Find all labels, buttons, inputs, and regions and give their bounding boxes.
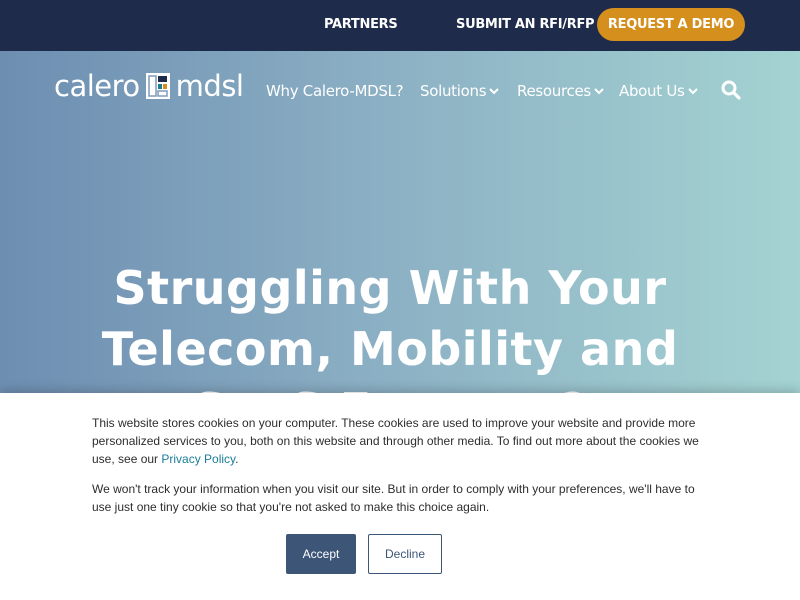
nav-label: Why Calero-MDSL? [266, 82, 404, 100]
nav-solutions[interactable]: Solutions [420, 80, 499, 102]
request-demo-button[interactable]: REQUEST A DEMO [597, 8, 745, 41]
accept-cookies-button[interactable]: Accept [286, 534, 356, 574]
chevron-down-icon [594, 87, 604, 94]
chevron-down-icon [687, 87, 698, 94]
nav-label: About Us [619, 82, 685, 100]
logo-text-calero: calero [54, 69, 140, 103]
nav-label: Solutions [420, 82, 487, 100]
nav-about-us[interactable]: About Us [619, 80, 698, 102]
submit-rfi-link[interactable]: SUBMIT AN RFI/RFP [456, 17, 595, 32]
logo-mark-icon [145, 73, 170, 99]
headline-line-2: Telecom, Mobility and [101, 322, 679, 376]
nav-why-calero[interactable]: Why Calero-MDSL? [266, 80, 404, 102]
calero-mdsl-logo[interactable]: calero mdsl [54, 69, 244, 103]
chevron-down-icon [489, 87, 499, 94]
nav-resources[interactable]: Resources [517, 80, 604, 102]
nav-label: Resources [517, 82, 591, 100]
search-icon[interactable] [721, 80, 741, 100]
headline-line-1: Struggling With Your [113, 261, 667, 315]
partners-link[interactable]: PARTNERS [324, 17, 398, 32]
cookie-text-end: . [235, 452, 239, 466]
privacy-policy-link[interactable]: Privacy Policy [161, 452, 235, 466]
decline-cookies-button[interactable]: Decline [368, 534, 442, 574]
cookie-paragraph-2: We won't track your information when you… [92, 482, 695, 514]
logo-text-mdsl: mdsl [175, 69, 244, 103]
cookie-consent-banner: This website stores cookies on your comp… [0, 393, 800, 600]
cookie-paragraph-1: This website stores cookies on your comp… [92, 414, 708, 468]
top-utility-bar: PARTNERS SUBMIT AN RFI/RFP REQUEST A DEM… [0, 0, 800, 51]
